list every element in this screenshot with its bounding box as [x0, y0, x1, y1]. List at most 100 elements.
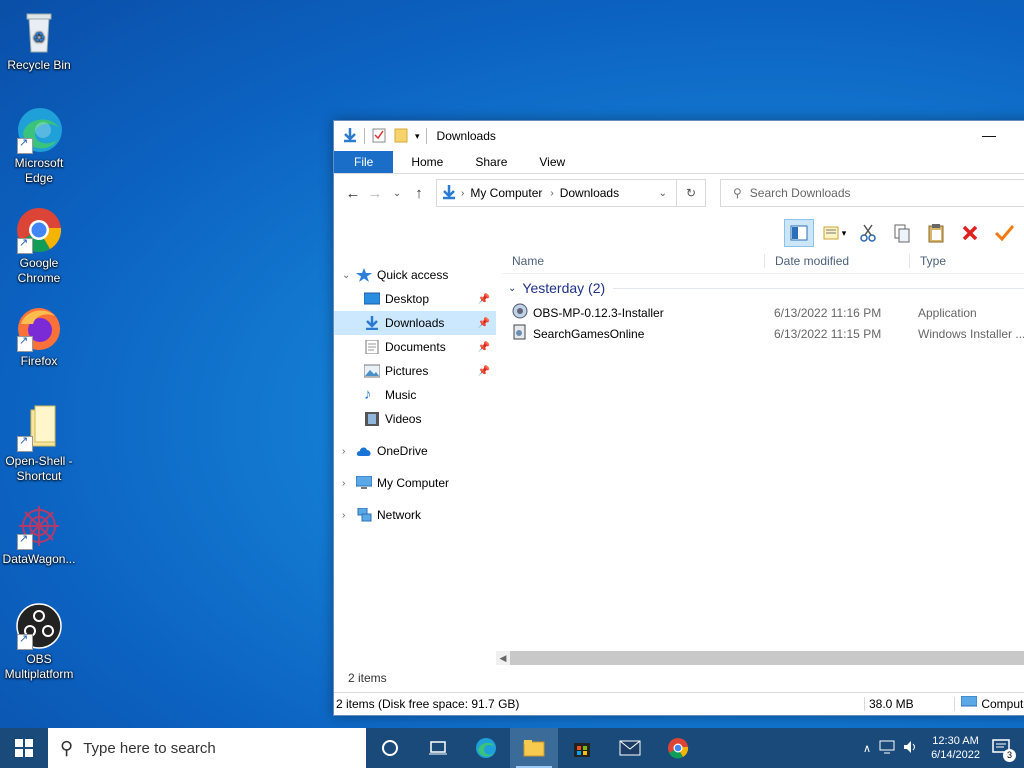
- taskbar-edge[interactable]: [462, 728, 510, 768]
- rename-check-icon[interactable]: [990, 220, 1018, 246]
- clock[interactable]: 12:30 AM 6/14/2022: [931, 734, 980, 762]
- scroll-left-icon[interactable]: ◀: [496, 651, 510, 665]
- nav-label: Videos: [385, 412, 422, 426]
- download-arrow-icon: [342, 127, 358, 146]
- nav-item-documents[interactable]: Documents 📌: [334, 335, 496, 359]
- nav-item-pictures[interactable]: Pictures 📌: [334, 359, 496, 383]
- taskbar-mail[interactable]: [606, 728, 654, 768]
- column-date-modified[interactable]: Date modified: [765, 254, 910, 268]
- properties-icon[interactable]: [371, 127, 387, 146]
- refresh-icon[interactable]: ↻: [676, 180, 705, 206]
- group-header[interactable]: ⌄ Yesterday (2): [502, 280, 1024, 296]
- obs-icon: [15, 602, 63, 650]
- desktop-icon-label: Open-Shell - Shortcut: [5, 454, 73, 483]
- recent-locations-chevron-icon[interactable]: ⌄: [386, 188, 408, 199]
- desktop-icon-firefox[interactable]: Firefox: [0, 304, 78, 369]
- column-type[interactable]: Type: [910, 254, 946, 268]
- shortcut-arrow-icon: [17, 434, 33, 452]
- nav-my-computer[interactable]: › My Computer: [334, 471, 496, 495]
- nav-item-music[interactable]: ♪ Music: [334, 383, 496, 407]
- delete-icon[interactable]: [956, 220, 984, 246]
- expand-chevron-icon[interactable]: ›: [342, 478, 356, 489]
- breadcrumb-separator-icon: ›: [550, 187, 554, 199]
- expand-chevron-icon[interactable]: ›: [342, 446, 356, 457]
- nav-quick-access[interactable]: ⌄ Quick access: [334, 263, 496, 287]
- pin-icon: 📌: [477, 365, 490, 377]
- network-tray-icon[interactable]: [879, 740, 895, 757]
- breadcrumb-my-computer[interactable]: My Computer: [470, 186, 542, 200]
- file-date: 6/13/2022 11:15 PM: [774, 326, 882, 341]
- tab-share[interactable]: Share: [459, 151, 523, 173]
- breadcrumb-separator-icon: ›: [461, 187, 465, 199]
- breadcrumb-downloads[interactable]: Downloads: [560, 186, 619, 200]
- tab-file[interactable]: File: [334, 151, 394, 173]
- desktop-icon-label: Recycle Bin: [7, 58, 71, 72]
- taskbar-search-placeholder: Type here to search: [83, 739, 216, 757]
- computer-icon: [355, 475, 373, 490]
- taskbar-search-input[interactable]: ⚲ Type here to search: [48, 728, 366, 768]
- shortcut-arrow-icon: [17, 632, 33, 650]
- taskbar-store[interactable]: [558, 728, 606, 768]
- address-dropdown-chevron-icon[interactable]: ⌄: [659, 188, 667, 199]
- tab-view[interactable]: View: [523, 151, 581, 173]
- nav-item-desktop[interactable]: Desktop 📌: [334, 287, 496, 311]
- file-row[interactable]: OBS-MP-0.12.3-Installer 6/13/2022 11:16 …: [502, 302, 1024, 323]
- taskbar-chrome[interactable]: [654, 728, 702, 768]
- title-bar[interactable]: ▾ Downloads —: [334, 121, 1024, 151]
- nav-item-videos[interactable]: Videos: [334, 407, 496, 431]
- desktop-icon-recycle-bin[interactable]: ♻ Recycle Bin: [0, 8, 78, 73]
- volume-icon[interactable]: [903, 740, 919, 757]
- installer-app-icon: [512, 303, 528, 322]
- up-arrow-icon[interactable]: ↑: [408, 185, 430, 202]
- chrome-icon: [668, 738, 689, 759]
- documents-icon: [364, 339, 380, 355]
- nav-label: Quick access: [377, 268, 449, 282]
- file-type: Application: [918, 305, 977, 320]
- paste-icon[interactable]: [922, 220, 950, 246]
- show-hidden-icons-chevron-icon[interactable]: ∧: [863, 742, 871, 755]
- preview-pane-button[interactable]: [784, 219, 814, 247]
- desktop-icon-datawagon[interactable]: DataWagon...: [0, 502, 78, 567]
- search-input[interactable]: ⚲ Search Downloads: [720, 179, 1024, 207]
- desktop-icon-obs[interactable]: OBS Multiplatform: [0, 602, 78, 682]
- column-name[interactable]: Name: [502, 254, 765, 268]
- navigation-pane: ⌄ Quick access Desktop 📌 Downloads 📌 Doc…: [334, 263, 496, 527]
- back-arrow-icon[interactable]: ←: [342, 185, 364, 202]
- network-icon: [356, 507, 372, 522]
- view-options-icon[interactable]: ▾: [820, 220, 848, 246]
- customize-qa-chevron-icon[interactable]: ▾: [415, 131, 420, 142]
- desktop-icon-chrome[interactable]: Google Chrome: [0, 206, 78, 286]
- expand-chevron-icon[interactable]: ›: [342, 510, 356, 521]
- nav-item-downloads[interactable]: Downloads 📌: [334, 311, 496, 335]
- start-button[interactable]: [0, 728, 48, 768]
- desktop-icon-edge[interactable]: Microsoft Edge: [0, 106, 78, 186]
- nav-label: Downloads: [385, 316, 445, 330]
- chrome-icon: [15, 206, 63, 254]
- nav-onedrive[interactable]: › OneDrive: [334, 439, 496, 463]
- minimize-button[interactable]: —: [982, 127, 996, 143]
- nav-network[interactable]: › Network: [334, 503, 496, 527]
- tab-home[interactable]: Home: [395, 151, 459, 173]
- desktop-icon: [363, 292, 381, 306]
- cortana-button[interactable]: [366, 728, 414, 768]
- taskbar-file-explorer[interactable]: [510, 728, 558, 768]
- search-placeholder: Search Downloads: [749, 186, 851, 200]
- desktop-icon-open-shell[interactable]: Open-Shell - Shortcut: [0, 404, 78, 484]
- nav-label: Pictures: [385, 364, 429, 378]
- copy-icon[interactable]: [888, 220, 916, 246]
- downloads-arrow-icon: [441, 184, 457, 203]
- file-row[interactable]: SearchGamesOnline 6/13/2022 11:15 PM Win…: [502, 323, 1024, 344]
- search-icon: ⚲: [60, 737, 74, 758]
- collapse-chevron-icon[interactable]: ⌄: [508, 283, 516, 294]
- collapse-chevron-icon[interactable]: ⌄: [342, 270, 356, 281]
- forward-arrow-icon[interactable]: →: [364, 185, 386, 202]
- task-view-button[interactable]: [414, 728, 462, 768]
- cut-icon[interactable]: [854, 220, 882, 246]
- msi-installer-icon: [512, 324, 528, 343]
- new-folder-icon[interactable]: [393, 127, 409, 146]
- action-center-button[interactable]: 3: [992, 738, 1016, 762]
- address-bar[interactable]: › My Computer › Downloads ⌄ ↻: [436, 179, 706, 207]
- horizontal-scrollbar[interactable]: ◀: [496, 651, 1024, 665]
- clock-date: 6/14/2022: [931, 749, 980, 761]
- search-icon: ⚲: [733, 186, 742, 200]
